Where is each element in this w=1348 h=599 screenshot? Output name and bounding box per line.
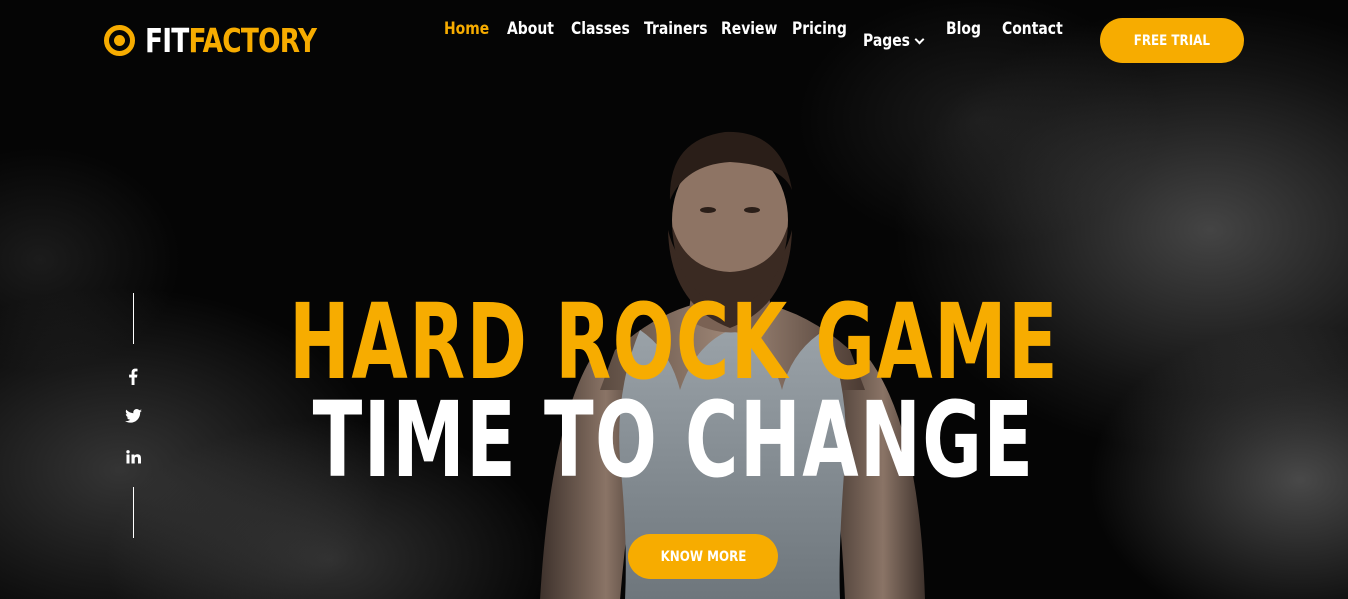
brand-name-factory: FACTORY — [188, 20, 317, 60]
nav-item-home[interactable]: Home — [444, 19, 489, 39]
brand-logo[interactable]: FITFACTORY — [104, 20, 359, 60]
know-more-button[interactable]: KNOW MORE — [628, 534, 778, 579]
hero-headline-line2: TIME TO CHANGE — [0, 380, 1348, 500]
nav-item-about[interactable]: About — [507, 19, 554, 39]
nav-item-blog[interactable]: Blog — [946, 19, 981, 39]
logo-target-icon — [104, 24, 135, 56]
nav-item-pages-label: Pages — [863, 31, 910, 51]
chevron-down-icon — [914, 34, 925, 44]
nav-item-pricing[interactable]: Pricing — [792, 19, 847, 39]
hero-section: FITFACTORY Home About Classes Trainers R… — [0, 0, 1348, 599]
nav-item-trainers[interactable]: Trainers — [644, 19, 708, 39]
hero-headline-line2-text: TIME TO CHANGE — [313, 379, 1035, 501]
free-trial-button[interactable]: FREE TRIAL — [1100, 18, 1244, 63]
know-more-label: KNOW MORE — [660, 548, 746, 565]
nav-item-classes[interactable]: Classes — [571, 19, 630, 39]
nav-item-pages[interactable]: Pages — [863, 31, 925, 51]
nav-item-review[interactable]: Review — [721, 19, 777, 39]
brand-name-fit: FIT — [145, 20, 189, 60]
brand-name: FITFACTORY — [145, 20, 317, 60]
free-trial-label: FREE TRIAL — [1133, 32, 1211, 49]
nav-item-contact[interactable]: Contact — [1002, 19, 1063, 39]
top-navigation: FITFACTORY Home About Classes Trainers R… — [0, 0, 1348, 82]
